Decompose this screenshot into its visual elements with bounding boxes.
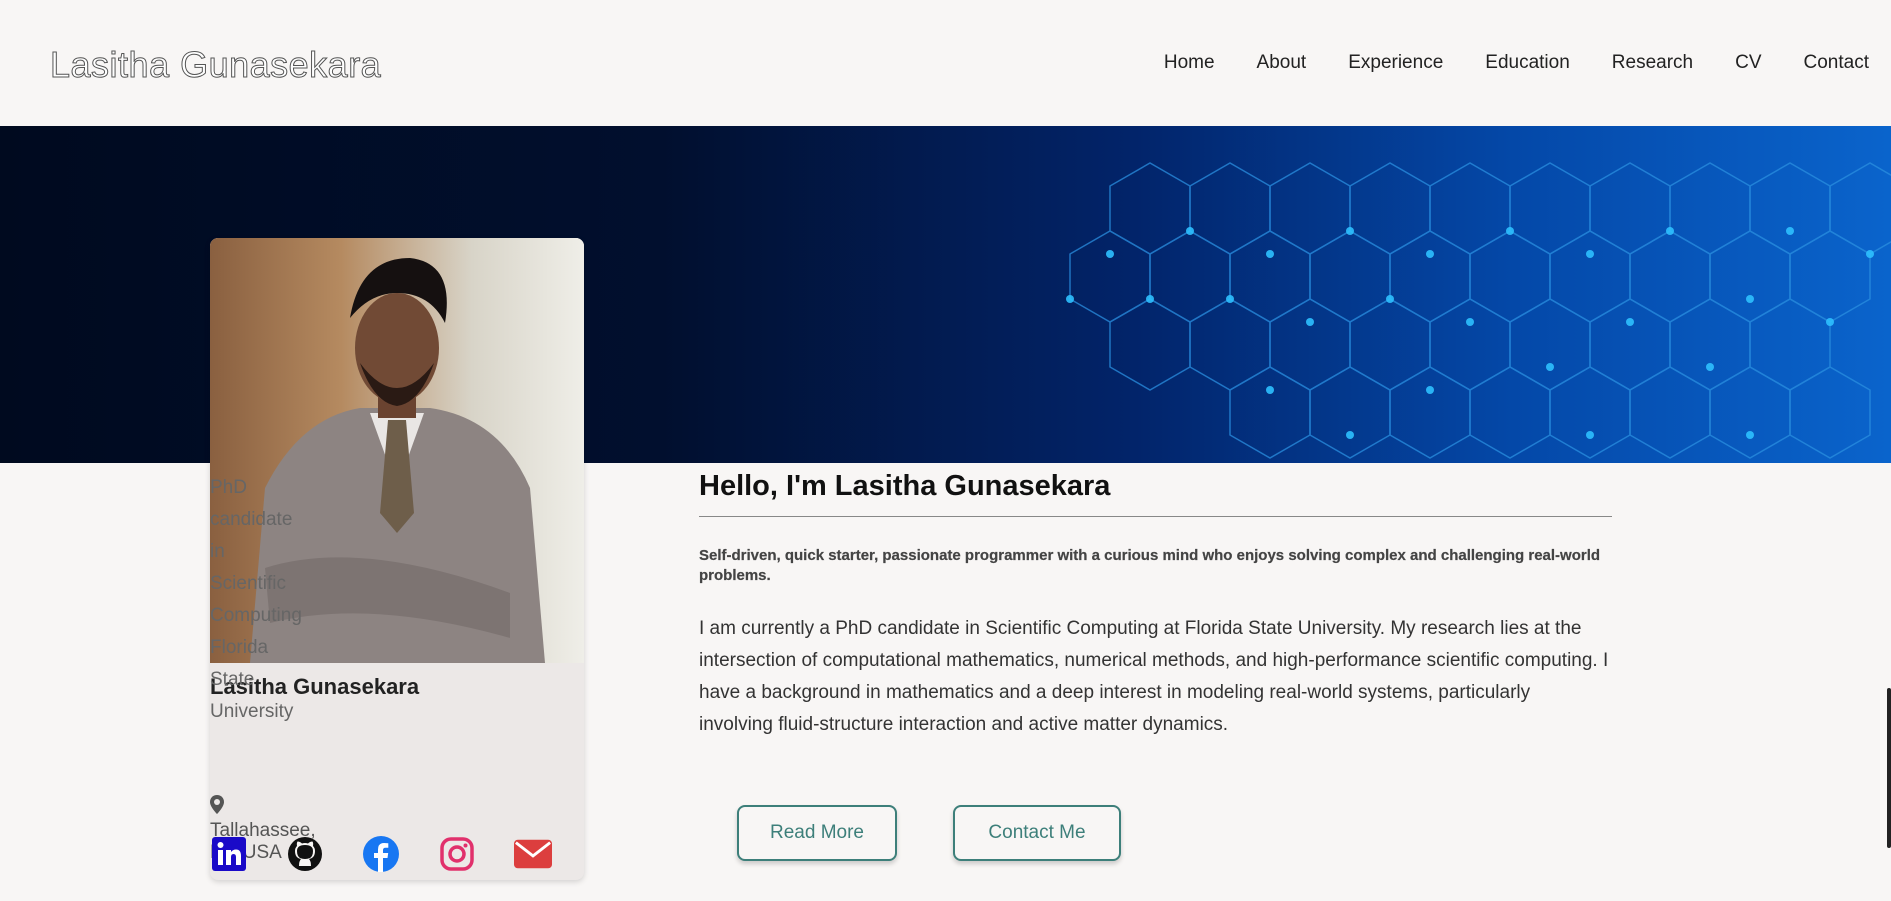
read-more-button[interactable]: Read More [737,805,897,861]
greeting-heading: Hello, I'm Lasitha Gunasekara [699,470,1111,502]
nav-cv[interactable]: CV [1735,52,1761,74]
nav-experience[interactable]: Experience [1348,52,1443,74]
email-icon[interactable] [514,835,552,873]
scrollbar[interactable] [1887,688,1891,848]
tagline: Self-driven, quick starter, passionate p… [699,547,1601,584]
map-pin-icon [210,795,224,819]
contact-me-button[interactable]: Contact Me [953,805,1121,861]
site-header: Lasitha Gunasekara Home About Experience… [0,0,1891,126]
nav-home[interactable]: Home [1164,52,1215,74]
profile-role: PhD candidate in Scientific Computing Fl… [210,472,302,728]
github-icon[interactable] [286,835,324,873]
main-nav: Home About Experience Education Research… [1164,52,1869,74]
brand-logo[interactable]: Lasitha Gunasekara [49,44,381,86]
profile-role-title: PhD candidate in Scientific Computing [210,477,302,626]
nav-education[interactable]: Education [1485,52,1570,74]
profile-role-university: Florida State University [210,637,294,722]
nav-about[interactable]: About [1257,52,1307,74]
nav-contact[interactable]: Contact [1804,52,1869,74]
linkedin-icon[interactable] [210,835,248,873]
heading-divider [699,516,1612,517]
nav-research[interactable]: Research [1612,52,1693,74]
instagram-icon[interactable] [438,835,476,873]
bio-paragraph: I am currently a PhD candidate in Scient… [699,618,1609,735]
facebook-icon[interactable] [362,835,400,873]
social-links [210,835,552,873]
